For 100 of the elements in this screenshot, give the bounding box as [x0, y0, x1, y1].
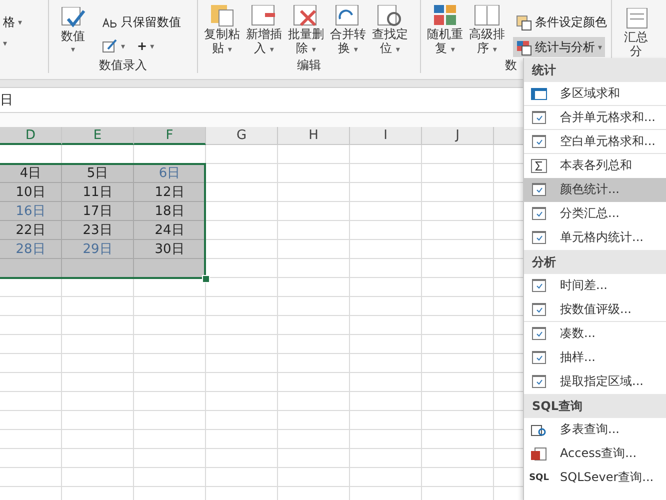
abc-icon	[102, 18, 118, 28]
table-cell	[62, 316, 134, 335]
table-cell	[206, 392, 278, 411]
ribbon-button[interactable]: 新增插 入 ▾	[244, 5, 284, 57]
form-icon	[532, 327, 546, 340]
table-cell	[62, 335, 134, 354]
table-cell	[134, 411, 206, 430]
table-cell: 29日	[62, 240, 134, 259]
menu-item[interactable]: 按数值评级...	[524, 298, 666, 322]
table-cell	[278, 354, 350, 373]
ribbon-button[interactable]: 统计与分析 ▾	[513, 37, 606, 57]
column-header[interactable]: G	[206, 127, 278, 145]
table-cell: 18日	[134, 202, 206, 221]
caret-icon: ▾	[70, 43, 75, 57]
form-icon	[532, 375, 546, 388]
table-cell	[278, 221, 350, 240]
table-cell: 10日	[0, 183, 62, 202]
ribbon-button[interactable]: 数值 ▾	[53, 7, 93, 57]
table-cell: 23日	[62, 221, 134, 240]
table-cell: 11日	[62, 183, 134, 202]
caret-icon: ▾	[354, 45, 358, 54]
table-cell	[62, 392, 134, 411]
delete-grid-icon	[293, 5, 319, 27]
table-cell	[134, 392, 206, 411]
caret-icon: ▾	[396, 45, 400, 54]
form-icon	[532, 303, 546, 316]
table-cell	[134, 430, 206, 449]
table-cell	[0, 335, 62, 354]
form-icon	[532, 231, 546, 244]
table-cell: 4日	[0, 164, 62, 183]
table-cell	[134, 297, 206, 316]
table-cell	[134, 373, 206, 392]
menu-item[interactable]: 多区域求和	[524, 82, 666, 106]
table-cell	[350, 411, 422, 430]
column-header[interactable]: J	[422, 127, 494, 145]
menu-section-title: 统计	[524, 58, 666, 82]
fill-handle[interactable]	[202, 275, 210, 283]
table-search-icon	[531, 422, 547, 436]
database-app-icon	[531, 446, 547, 460]
table-cell	[350, 278, 422, 297]
ribbon-button[interactable]: 查找定 位 ▾	[370, 5, 410, 57]
column-header[interactable]: E	[62, 127, 134, 145]
table-cell	[350, 164, 422, 183]
menu-item[interactable]: 空白单元格求和...	[524, 130, 666, 154]
table-cell	[0, 411, 62, 430]
caret-icon: ▾	[270, 45, 274, 54]
ribbon-button[interactable]: 格 ▾	[0, 12, 26, 33]
table-cell	[278, 316, 350, 335]
ribbon-button[interactable]: 批量删 除 ▾	[286, 5, 326, 57]
table-cell	[350, 316, 422, 335]
table-cell	[278, 164, 350, 183]
menu-item[interactable]: 合并单元格求和...	[524, 106, 666, 130]
caret-icon: ▾	[121, 42, 126, 50]
table-cell	[350, 392, 422, 411]
sigma-icon	[531, 158, 547, 172]
table-cell	[278, 183, 350, 202]
menu-section-title: 分析	[524, 250, 666, 274]
ribbon-button[interactable]: 随机重 复 ▾	[425, 5, 465, 57]
column-header[interactable]: D	[0, 127, 62, 145]
table-cell: 30日	[134, 240, 206, 259]
ribbon-button[interactable]: 汇总 分	[616, 8, 656, 58]
menu-item[interactable]: 颜色统计...	[524, 178, 666, 202]
table-cell	[350, 354, 422, 373]
ribbon-button[interactable]: 条件设定颜色	[513, 12, 610, 33]
table-cell	[206, 316, 278, 335]
table-cell	[206, 164, 278, 183]
table-cell	[134, 335, 206, 354]
ribbon-button[interactable]: 合并转 换 ▾	[328, 5, 368, 57]
table-cell	[278, 145, 350, 164]
check-icon	[60, 7, 86, 29]
form-icon	[532, 351, 546, 364]
ribbon-button[interactable]: + ▾	[134, 37, 158, 55]
table-cell	[62, 297, 134, 316]
table-cell	[278, 373, 350, 392]
ribbon-button[interactable]: 高级排 序 ▾	[467, 5, 507, 57]
table-cell	[278, 430, 350, 449]
table-cell	[206, 430, 278, 449]
table-cell	[350, 145, 422, 164]
table-cell	[278, 297, 350, 316]
table-cell	[278, 278, 350, 297]
ribbon-button[interactable]: 复制粘 贴 ▾	[202, 5, 242, 57]
table-cell	[134, 468, 206, 487]
table-cell	[206, 145, 278, 164]
table-cell	[0, 392, 62, 411]
table-cell	[206, 297, 278, 316]
table-cell	[206, 411, 278, 430]
table-cell	[350, 297, 422, 316]
caret-icon: ▾	[3, 39, 8, 48]
table-cell	[350, 259, 422, 278]
ribbon-button[interactable]: 只保留数值	[99, 12, 184, 33]
table-cell: 22日	[0, 221, 62, 240]
table-cell	[350, 240, 422, 259]
column-header[interactable]: F	[134, 127, 206, 145]
caret-icon: ▾	[18, 18, 22, 27]
ribbon-button[interactable]: ▾	[99, 37, 128, 55]
table-cell	[350, 468, 422, 487]
column-header[interactable]: I	[350, 127, 422, 145]
table-cell	[62, 278, 134, 297]
ribbon-button[interactable]: ▾	[0, 37, 10, 50]
column-header[interactable]: H	[278, 127, 350, 145]
